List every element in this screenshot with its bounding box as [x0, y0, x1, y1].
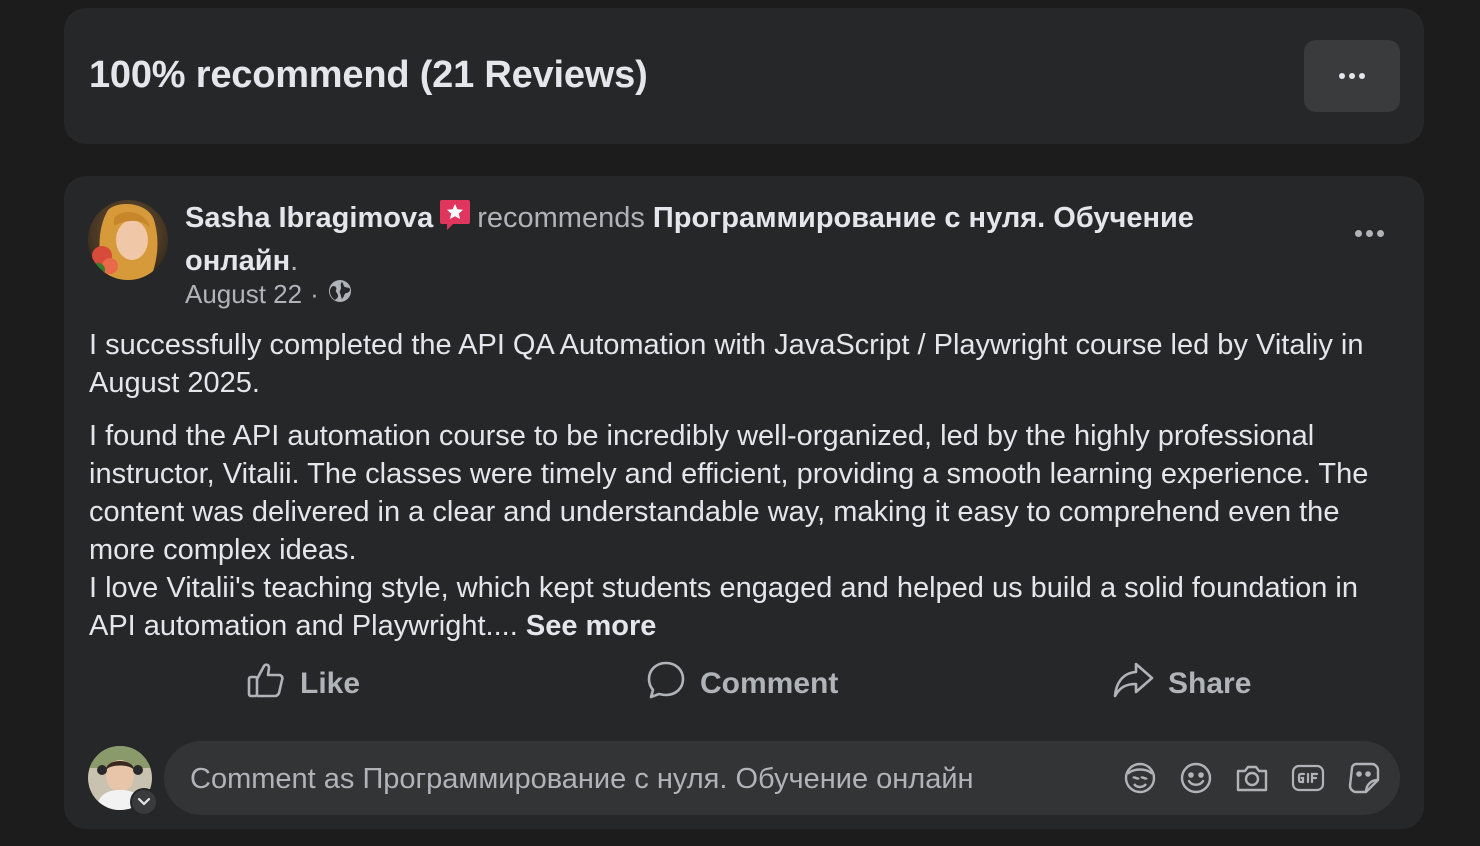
review-post-card: Sasha Ibragimova recommends Программирова…: [64, 176, 1424, 829]
composer-icons: [1122, 760, 1382, 796]
author-name[interactable]: Sasha Ibragimova: [185, 202, 433, 234]
avatar-sticker-icon[interactable]: [1122, 760, 1158, 796]
gif-icon[interactable]: [1290, 760, 1326, 796]
share-label: Share: [1168, 667, 1252, 700]
review-paragraph-2: I found the API automation course to be …: [89, 420, 1369, 566]
post-more-button[interactable]: [1355, 230, 1384, 237]
emoji-icon[interactable]: [1178, 760, 1214, 796]
comment-composer: [164, 741, 1400, 817]
camera-icon[interactable]: [1234, 760, 1270, 796]
chevron-down-icon[interactable]: [130, 788, 158, 816]
globe-icon: [327, 278, 353, 311]
header-period: .: [290, 245, 299, 277]
like-button[interactable]: Like: [246, 660, 360, 708]
reviews-summary-card: 100% recommend (21 Reviews): [64, 8, 1424, 144]
reviews-summary-title: 100% recommend (21 Reviews): [89, 54, 648, 96]
share-button[interactable]: Share: [1112, 660, 1251, 708]
comment-label: Comment: [700, 667, 839, 700]
star-badge-icon: [439, 198, 471, 242]
more-horizontal-icon: [1339, 73, 1365, 79]
summary-more-button[interactable]: [1304, 40, 1400, 112]
sticker-icon[interactable]: [1346, 760, 1382, 796]
comment-bubble-icon: [646, 660, 686, 708]
post-header: Sasha Ibragimova recommends Программирова…: [185, 198, 1265, 280]
post-actions-bar: Like Comment Share: [64, 660, 1424, 710]
review-paragraph-1: I successfully completed the API QA Auto…: [89, 329, 1364, 399]
like-label: Like: [300, 667, 361, 700]
see-more-link[interactable]: See more: [526, 610, 657, 642]
recommends-verb: recommends: [477, 202, 645, 234]
review-body: I successfully completed the API QA Auto…: [89, 326, 1409, 645]
meta-separator: ·: [310, 279, 319, 309]
share-arrow-icon: [1112, 660, 1154, 708]
post-meta: August 22 ·: [185, 278, 353, 311]
post-date[interactable]: August 22: [185, 279, 302, 310]
comment-button[interactable]: Comment: [646, 660, 838, 708]
review-paragraph-3-text: I love Vitalii's teaching style, which k…: [89, 572, 1358, 642]
more-horizontal-icon: [1355, 230, 1384, 237]
comment-input[interactable]: [188, 741, 1092, 817]
author-avatar[interactable]: [88, 200, 168, 280]
thumbs-up-icon: [246, 660, 286, 708]
review-paragraph-3: I love Vitalii's teaching style, which k…: [89, 569, 1409, 645]
